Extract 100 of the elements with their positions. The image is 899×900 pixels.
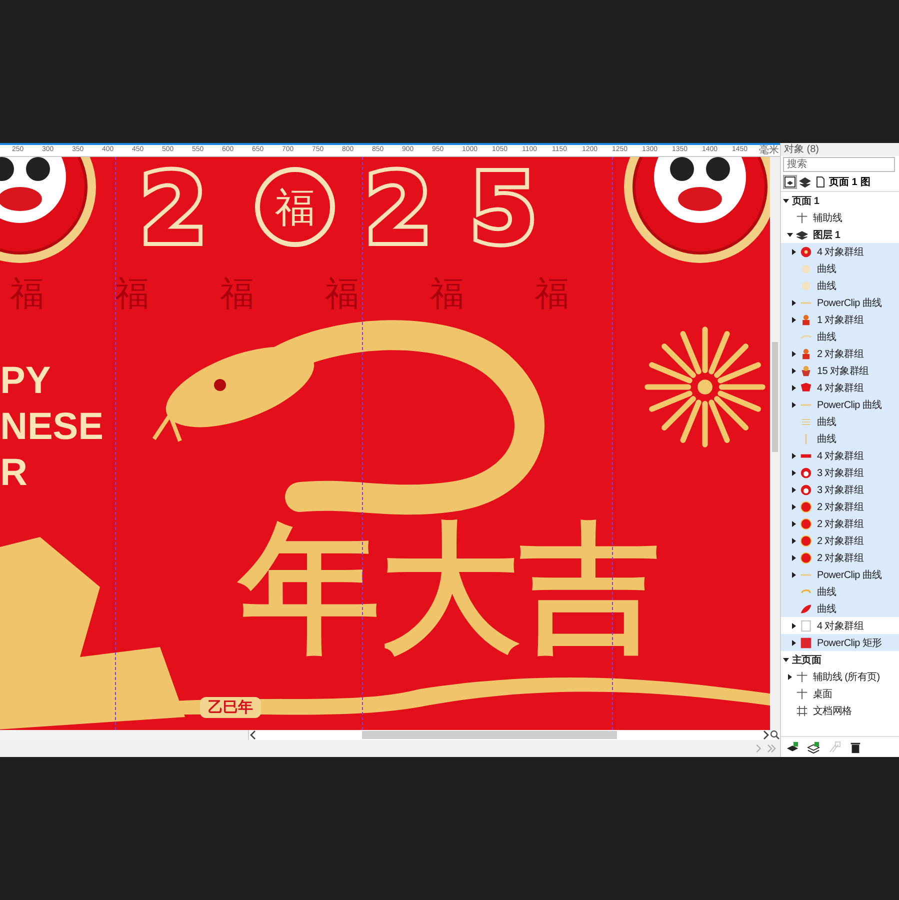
collapsed-arrow-icon[interactable] — [791, 402, 797, 408]
fu-seal: 福 — [255, 167, 335, 247]
item-label: 辅助线 (所有页) — [813, 670, 880, 684]
layer-view-icon[interactable] — [784, 176, 796, 188]
petal-thumbnail-icon — [800, 602, 812, 614]
delete-icon[interactable] — [849, 740, 862, 754]
item-label: 4 对象群组 — [817, 382, 864, 394]
object-tree-item[interactable]: 曲线 — [781, 328, 899, 345]
collapsed-arrow-icon[interactable] — [791, 520, 797, 526]
lion-thumbnail-icon — [800, 466, 812, 478]
collapsed-arrow-icon[interactable] — [791, 300, 797, 306]
search-field[interactable]: 搜索 — [783, 157, 895, 172]
item-label: 15 对象群组 — [817, 364, 869, 378]
object-tree-item[interactable]: 辅助线 — [781, 209, 899, 226]
collapsed-arrow-icon[interactable] — [791, 470, 797, 476]
collapsed-arrow-icon[interactable] — [791, 248, 797, 254]
object-tree-item[interactable]: 4 对象群组 — [781, 379, 899, 396]
object-tree-item[interactable]: 曲线 — [781, 583, 899, 600]
item-label: 曲线 — [817, 262, 836, 276]
scroll-thumb[interactable] — [772, 342, 778, 452]
collapsed-arrow-icon[interactable] — [791, 538, 797, 544]
object-tree-item[interactable]: 图层 1 — [781, 226, 899, 243]
scroll-left-icon[interactable] — [249, 730, 257, 740]
item-label: 主页面 — [792, 653, 822, 666]
item-label: 曲线 — [817, 602, 836, 616]
page-icon[interactable] — [814, 176, 826, 188]
collapsed-arrow-icon[interactable] — [787, 674, 793, 680]
object-tree-item[interactable]: 曲线 — [781, 277, 899, 294]
grid-thumbnail-icon — [800, 620, 812, 632]
expanded-arrow-icon[interactable] — [783, 198, 789, 204]
object-tree-item[interactable]: 辅助线 (所有页) — [781, 668, 899, 685]
object-tree-item[interactable]: 文档网格 — [781, 702, 899, 719]
collapsed-arrow-icon[interactable] — [791, 572, 797, 578]
disc-thumbnail-icon — [800, 500, 812, 512]
object-tree-item[interactable]: 4 对象群组 — [781, 447, 899, 464]
item-label: 曲线 — [817, 416, 836, 428]
object-tree-item[interactable]: PowerClip 曲线 — [781, 566, 899, 583]
scroll-right-icon[interactable] — [762, 730, 770, 740]
object-tree-item[interactable]: 2 对象群组 — [781, 532, 899, 549]
page-label[interactable]: 页面 1 — [829, 175, 858, 189]
object-tree-item[interactable]: 2 对象群组 — [781, 345, 899, 362]
item-label: 3 对象群组 — [817, 484, 864, 496]
flower-thumbnail-icon — [800, 246, 812, 258]
object-tree-item[interactable]: 曲线 — [781, 430, 899, 447]
item-label: 4 对象群组 — [817, 246, 864, 258]
collapsed-arrow-icon[interactable] — [791, 452, 797, 458]
object-tree-item[interactable]: 2 对象群组 — [781, 515, 899, 532]
square-thumbnail-icon — [800, 636, 812, 648]
object-tree-item[interactable]: 3 对象群组 — [781, 481, 899, 498]
zoom-icon[interactable] — [770, 730, 780, 740]
object-tree-item[interactable]: 主页面 — [781, 651, 899, 668]
object-tree-item[interactable]: 2 对象群组 — [781, 549, 899, 566]
collapsed-arrow-icon[interactable] — [791, 640, 797, 646]
object-tree-item[interactable]: 2 对象群组 — [781, 498, 899, 515]
guide-thumbnail-icon — [796, 670, 808, 682]
item-label: 图层 1 — [813, 228, 840, 242]
object-tree-item[interactable]: 1 对象群组 — [781, 311, 899, 328]
collapsed-arrow-icon[interactable] — [791, 554, 797, 560]
object-tree-item[interactable]: 曲线 — [781, 413, 899, 430]
item-label: 2 对象群组 — [817, 534, 864, 548]
item-label: 桌面 — [813, 688, 832, 700]
collapsed-arrow-icon[interactable] — [791, 368, 797, 374]
object-tree-item[interactable]: 15 对象群组 — [781, 362, 899, 379]
collapsed-arrow-icon[interactable] — [791, 350, 797, 356]
pattern-character: 福 — [115, 277, 149, 311]
collapsed-arrow-icon[interactable] — [791, 504, 797, 510]
item-label: 3 对象群组 — [817, 466, 864, 480]
new-master-layer-icon[interactable] — [807, 740, 820, 754]
item-label: 辅助线 — [813, 212, 842, 224]
desktop-thumbnail-icon — [796, 688, 808, 700]
expanded-arrow-icon[interactable] — [787, 232, 793, 238]
object-tree-item[interactable]: 桌面 — [781, 685, 899, 702]
object-tree-item[interactable]: PowerClip 曲线 — [781, 396, 899, 413]
cut-label[interactable]: 图 — [860, 175, 870, 189]
expanded-arrow-icon[interactable] — [783, 656, 789, 662]
collapsed-arrow-icon[interactable] — [791, 622, 797, 628]
pattern-character: 福 — [10, 277, 44, 311]
item-label: 文档网格 — [813, 704, 852, 718]
object-tree-item[interactable]: PowerClip 矩形 — [781, 634, 899, 651]
scroll-thumb[interactable] — [362, 731, 617, 739]
greeting-text: NESE — [0, 408, 104, 446]
horizontal-scrollbar[interactable] — [249, 730, 770, 740]
item-label: 曲线 — [817, 432, 836, 446]
collapsed-arrow-icon[interactable] — [791, 316, 797, 322]
object-tree-item[interactable]: 页面 1 — [781, 192, 899, 209]
object-tree-item[interactable]: 4 对象群组 — [781, 243, 899, 260]
new-layer-icon[interactable] — [786, 740, 799, 754]
item-label: 页面 1 — [792, 194, 820, 208]
object-tree-item[interactable]: 曲线 — [781, 600, 899, 617]
collapsed-arrow-icon[interactable] — [791, 486, 797, 492]
object-tree-item[interactable]: 3 对象群组 — [781, 464, 899, 481]
layers-icon[interactable] — [799, 176, 811, 188]
object-tree-item[interactable]: 曲线 — [781, 260, 899, 277]
object-tree-item[interactable]: 4 对象群组 — [781, 617, 899, 634]
object-tree-item[interactable]: PowerClip 曲线 — [781, 294, 899, 311]
item-label: PowerClip 矩形 — [817, 636, 882, 650]
disc-thumbnail-icon — [800, 534, 812, 546]
collapsed-arrow-icon[interactable] — [791, 384, 797, 390]
year-digit: 2 — [140, 161, 207, 257]
layer-thumbnail-icon — [796, 228, 808, 240]
